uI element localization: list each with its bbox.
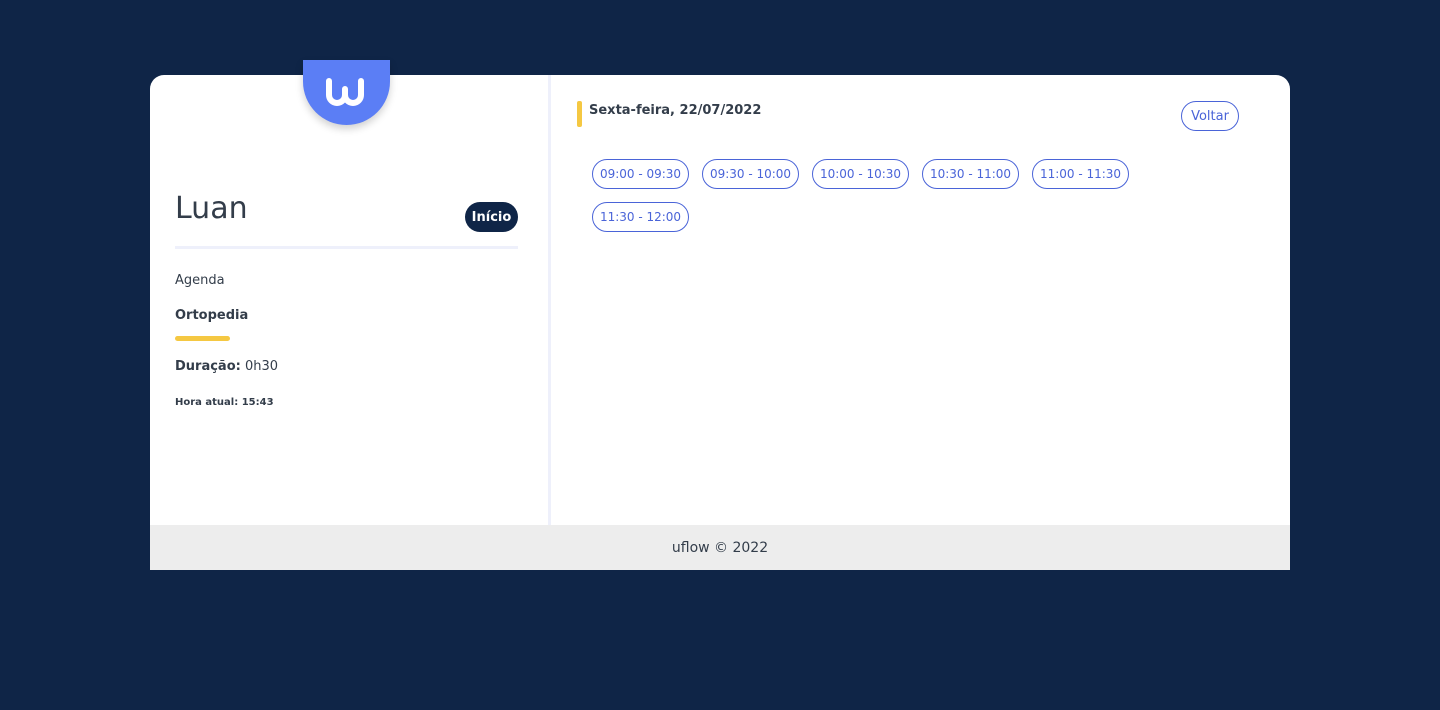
sidebar: Luan Início Agenda Ortopedia Duração: 0h… — [150, 75, 551, 525]
duration-value: 0h30 — [244, 359, 279, 374]
duration: Duração: 0h30 — [175, 359, 278, 374]
specialty-name: Ortopedia — [175, 308, 249, 323]
specialty-underline — [175, 336, 230, 341]
schedule-date: Sexta-feira, 22/07/2022 — [589, 103, 762, 118]
schedule-panel: Sexta-feira, 22/07/2022 Voltar 09:00 - 0… — [551, 75, 1290, 525]
current-time: Hora atual: 15:43 — [175, 397, 274, 408]
time-slot-button[interactable]: 09:00 - 09:30 — [592, 159, 689, 189]
home-button[interactable]: Início — [465, 202, 518, 232]
time-slot-button[interactable]: 11:00 - 11:30 — [1032, 159, 1129, 189]
user-name: Luan — [175, 191, 248, 226]
back-button[interactable]: Voltar — [1181, 101, 1239, 131]
time-slot-list: 09:00 - 09:30 09:30 - 10:00 10:00 - 10:3… — [592, 159, 1152, 232]
main-card: Luan Início Agenda Ortopedia Duração: 0h… — [150, 60, 1290, 570]
time-slot-button[interactable]: 10:30 - 11:00 — [922, 159, 1019, 189]
date-marker — [577, 101, 582, 127]
time-slot-button[interactable]: 11:30 - 12:00 — [592, 202, 689, 232]
agenda-label: Agenda — [175, 273, 225, 288]
time-slot-button[interactable]: 09:30 - 10:00 — [702, 159, 799, 189]
footer: uflow © 2022 — [150, 525, 1290, 570]
divider — [175, 246, 518, 249]
footer-text: uflow © 2022 — [671, 539, 769, 556]
duration-label: Duração: — [175, 359, 241, 374]
time-slot-button[interactable]: 10:00 - 10:30 — [812, 159, 909, 189]
